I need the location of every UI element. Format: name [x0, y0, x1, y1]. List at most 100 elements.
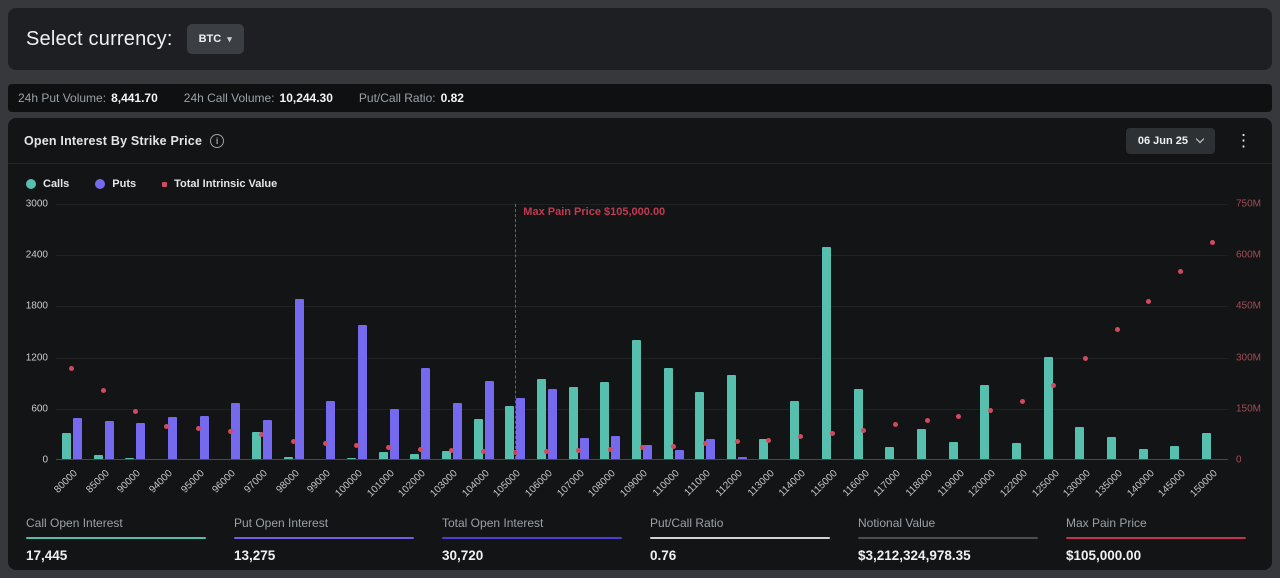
volume-stats-strip: 24h Put Volume:8,441.7024h Call Volume:1…	[8, 84, 1272, 112]
call-bar[interactable]	[885, 447, 894, 459]
intrinsic-value-dot[interactable]	[386, 445, 391, 450]
chart-plot[interactable]: 060012001800240030000150M300M450M600M750…	[56, 204, 1228, 460]
put-bar[interactable]	[580, 438, 589, 459]
put-bar[interactable]	[200, 416, 209, 459]
call-bar[interactable]	[347, 458, 356, 459]
put-bar[interactable]	[168, 417, 177, 459]
intrinsic-value-dot[interactable]	[1115, 327, 1120, 332]
legend-label: Total Intrinsic Value	[174, 178, 277, 190]
call-bar[interactable]	[410, 454, 419, 459]
stat-label: 24h Call Volume:	[184, 91, 275, 105]
footer-stat-underline	[1066, 537, 1246, 539]
stat-pair: 24h Call Volume: 10,244.30	[184, 91, 333, 105]
put-bar[interactable]	[105, 421, 114, 459]
put-bar[interactable]	[263, 420, 272, 459]
date-selector[interactable]: 06 Jun 25	[1126, 128, 1215, 154]
legend-marker-icon	[26, 179, 36, 189]
intrinsic-value-dot[interactable]	[956, 414, 961, 419]
intrinsic-value-dot[interactable]	[228, 429, 233, 434]
stat-pair: Put/Call Ratio:0.82	[359, 91, 464, 105]
put-bar[interactable]	[421, 368, 430, 459]
y-axis-tick-right: 150M	[1236, 403, 1261, 414]
footer-stat-underline	[858, 537, 1038, 539]
intrinsic-value-dot[interactable]	[766, 438, 771, 443]
intrinsic-value-dot[interactable]	[1210, 240, 1215, 245]
intrinsic-value-dot[interactable]	[101, 388, 106, 393]
call-bar[interactable]	[1202, 433, 1211, 459]
info-icon[interactable]: i	[210, 134, 224, 148]
footer-stat-underline	[650, 537, 830, 539]
call-bar[interactable]	[1075, 427, 1084, 459]
date-selector-label: 06 Jun 25	[1138, 135, 1188, 147]
y-axis-tick-left: 1200	[26, 352, 48, 363]
put-bar[interactable]	[358, 325, 367, 459]
footer-stat: Put/Call Ratio0.76	[640, 516, 848, 563]
call-bar[interactable]	[1012, 443, 1021, 459]
y-axis-tick-left: 1800	[26, 301, 48, 312]
y-axis-tick-right: 600M	[1236, 250, 1261, 261]
put-bar[interactable]	[390, 409, 399, 459]
put-bar[interactable]	[295, 299, 304, 459]
call-bar[interactable]	[980, 385, 989, 459]
y-axis-tick-left: 2400	[26, 250, 48, 261]
call-bar[interactable]	[1107, 437, 1116, 459]
intrinsic-value-dot[interactable]	[798, 434, 803, 439]
intrinsic-value-dot[interactable]	[1178, 269, 1183, 274]
intrinsic-value-dot[interactable]	[1083, 356, 1088, 361]
call-bar[interactable]	[1044, 357, 1053, 459]
intrinsic-value-dot[interactable]	[861, 428, 866, 433]
footer-stat: Total Open Interest30,720	[432, 516, 640, 563]
call-bar[interactable]	[537, 379, 546, 459]
currency-select-button[interactable]: BTC ▾	[187, 24, 244, 54]
intrinsic-value-dot[interactable]	[925, 418, 930, 423]
intrinsic-value-dot[interactable]	[893, 422, 898, 427]
put-bar[interactable]	[326, 401, 335, 459]
kebab-menu-icon[interactable]: ⋮	[1231, 130, 1256, 151]
intrinsic-value-dot[interactable]	[133, 409, 138, 414]
put-bar[interactable]	[738, 457, 747, 459]
put-bar[interactable]	[516, 398, 525, 459]
call-bar[interactable]	[632, 340, 641, 459]
intrinsic-value-dot[interactable]	[640, 445, 645, 450]
call-bar[interactable]	[727, 375, 736, 459]
gridline	[56, 306, 1228, 307]
intrinsic-value-dot[interactable]	[830, 431, 835, 436]
intrinsic-value-dot[interactable]	[69, 366, 74, 371]
put-bar[interactable]	[453, 403, 462, 459]
intrinsic-value-dot[interactable]	[671, 444, 676, 449]
call-bar[interactable]	[1139, 449, 1148, 459]
y-axis-tick-right: 750M	[1236, 199, 1261, 210]
call-bar[interactable]	[790, 401, 799, 459]
call-bar[interactable]	[94, 455, 103, 459]
footer-stat-value: 17,445	[26, 548, 206, 563]
footer-stat-underline	[234, 537, 414, 539]
call-bar[interactable]	[284, 457, 293, 459]
intrinsic-value-dot[interactable]	[988, 408, 993, 413]
intrinsic-value-dot[interactable]	[1146, 299, 1151, 304]
call-bar[interactable]	[854, 389, 863, 459]
put-bar[interactable]	[485, 381, 494, 459]
call-bar[interactable]	[917, 429, 926, 459]
intrinsic-value-dot[interactable]	[418, 447, 423, 452]
footer-stat-label: Notional Value	[858, 516, 1038, 530]
call-bar[interactable]	[62, 433, 71, 459]
stat-value: 10,244.30	[280, 91, 333, 105]
put-bar[interactable]	[136, 423, 145, 459]
call-bar[interactable]	[1170, 446, 1179, 459]
call-bar[interactable]	[125, 458, 134, 459]
legend-item-puts[interactable]: Puts	[95, 178, 136, 190]
selected-currency: BTC	[199, 33, 222, 45]
call-bar[interactable]	[949, 442, 958, 459]
call-bar[interactable]	[822, 247, 831, 459]
intrinsic-value-dot[interactable]	[1020, 399, 1025, 404]
put-bar[interactable]	[548, 389, 557, 459]
footer-stat-underline	[26, 537, 206, 539]
legend-item-total-intrinsic-value[interactable]: Total Intrinsic Value	[162, 178, 277, 190]
call-bar[interactable]	[379, 452, 388, 459]
call-bar[interactable]	[695, 392, 704, 459]
put-bar[interactable]	[675, 450, 684, 459]
intrinsic-value-dot[interactable]	[1051, 383, 1056, 388]
legend-item-calls[interactable]: Calls	[26, 178, 69, 190]
put-bar[interactable]	[73, 418, 82, 459]
intrinsic-value-dot[interactable]	[608, 447, 613, 452]
